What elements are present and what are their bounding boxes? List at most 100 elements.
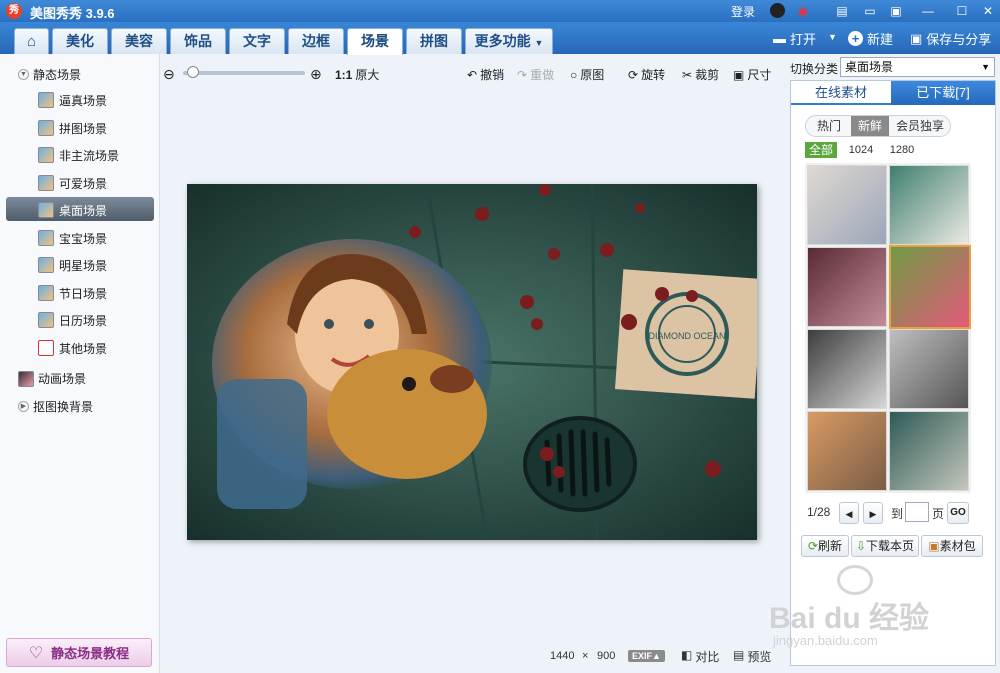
watermark-url: jingyan.baidu.com — [773, 633, 878, 648]
material-pack-label: 素材包 — [939, 539, 976, 553]
tab-online-materials[interactable]: 在线素材 — [791, 81, 891, 105]
item-label: 宝宝场景 — [59, 231, 108, 246]
save-share-label: 保存与分享 — [926, 32, 992, 47]
login-link[interactable]: 登录 — [731, 3, 755, 20]
resize-icon: ▣ — [733, 67, 745, 82]
material-thumb[interactable] — [889, 165, 969, 245]
tab-more-features[interactable]: 更多功能 ▼ — [465, 28, 553, 54]
tab-beautify[interactable]: 美化 — [52, 28, 108, 54]
rotate-button[interactable]: ⟳ 旋转 — [628, 66, 665, 83]
sidebar-item-celebrity[interactable]: 明星场景 — [38, 254, 107, 276]
group-cutout-background[interactable]: ▶ 抠图换背景 — [18, 398, 93, 415]
item-label: 节日场景 — [59, 286, 108, 301]
original-image-button[interactable]: ○ 原图 — [570, 66, 604, 83]
material-thumb[interactable] — [807, 165, 887, 245]
minimize-icon[interactable]: — — [920, 3, 936, 19]
material-thumb[interactable] — [889, 329, 969, 409]
zoom-out-icon[interactable]: ⊖ — [163, 66, 175, 83]
group-animated-scenes[interactable]: 动画场景 — [18, 370, 86, 387]
download-page-button[interactable]: ⇩下载本页 — [851, 535, 919, 557]
tab-collage[interactable]: 拼图 — [406, 28, 462, 54]
sidebar-item-nonmainstream[interactable]: 非主流场景 — [38, 144, 119, 166]
group-static-scenes[interactable]: ▼ 静态场景 — [18, 66, 81, 83]
download-icon: ⇩ — [855, 539, 867, 553]
sidebar-item-desktop[interactable]: 桌面场景 — [38, 199, 107, 221]
static-scene-tutorial-button[interactable]: ♡ 静态场景教程 — [6, 638, 152, 667]
open-button[interactable]: ▬ 打开 — [773, 29, 816, 48]
tab-home[interactable]: ⌂ — [14, 28, 49, 54]
tab-beauty[interactable]: 美容 — [111, 28, 167, 54]
page-label: 页 — [932, 507, 945, 521]
chevron-right-icon: ▶ — [869, 509, 877, 519]
refresh-button[interactable]: ⟳刷新 — [801, 535, 849, 557]
res-1024[interactable]: 1024 — [847, 142, 875, 158]
watermark-brand: Bai du 经验 — [769, 602, 930, 635]
downloaded-count: [7] — [955, 85, 970, 100]
weibo-icon[interactable]: ◉ — [795, 3, 811, 19]
preview-button[interactable]: ▤ 预览 — [733, 648, 771, 665]
next-page-button[interactable]: ▶ — [863, 502, 883, 524]
child-eye — [324, 319, 334, 329]
crop-button[interactable]: ✂ 裁剪 — [682, 66, 719, 83]
feedback-icon[interactable]: ▣ — [888, 3, 904, 19]
material-thumb[interactable] — [807, 247, 887, 327]
drain-cover — [523, 416, 637, 512]
sidebar-item-collage[interactable]: 拼图场景 — [38, 117, 107, 139]
rotate-label: 旋转 — [641, 68, 666, 82]
sidebar-item-holiday[interactable]: 节日场景 — [38, 282, 107, 304]
filter-new[interactable]: 新鲜 — [851, 116, 889, 136]
qq-icon[interactable] — [770, 3, 785, 18]
close-icon[interactable]: ✕ — [980, 3, 996, 19]
sidebar-item-other[interactable]: 其他场景 — [38, 337, 107, 359]
compare-label: 对比 — [695, 650, 720, 664]
category-select[interactable]: 桌面场景 ▼ — [840, 57, 995, 77]
message-icon[interactable]: ▭ — [862, 3, 878, 19]
image-width: 1440 — [550, 650, 575, 662]
scene-image: DIAMOND OCEAN — [187, 184, 757, 540]
zoom-slider[interactable] — [183, 71, 305, 75]
material-thumb[interactable] — [807, 329, 887, 409]
material-pack-button[interactable]: ▣素材包 — [921, 535, 983, 557]
redo-button[interactable]: ↷ 重做 — [517, 66, 554, 83]
res-all[interactable]: 全部 — [805, 142, 837, 158]
prev-page-button[interactable]: ◀ — [839, 502, 859, 524]
filter-vip[interactable]: 会员独享 — [891, 116, 949, 136]
tab-text[interactable]: 文字 — [229, 28, 285, 54]
sidebar-item-calendar[interactable]: 日历场景 — [38, 309, 107, 331]
scene-canvas[interactable]: DIAMOND OCEAN — [187, 184, 757, 540]
material-thumb[interactable] — [807, 411, 887, 491]
stamp-text: DIAMOND OCEAN — [648, 331, 725, 341]
home-icon: ⌂ — [26, 33, 37, 50]
compare-button[interactable]: ◧ 对比 — [681, 648, 719, 665]
material-thumb-selected[interactable] — [889, 245, 971, 329]
item-label: 其他场景 — [59, 341, 108, 356]
redo-label: 重做 — [530, 68, 555, 82]
item-label: 拼图场景 — [59, 121, 108, 136]
original-size-button[interactable]: 1:1 原大 — [335, 66, 379, 83]
zoom-in-icon[interactable]: ⊕ — [310, 66, 322, 83]
tab-accessories[interactable]: 饰品 — [170, 28, 226, 54]
tab-downloaded[interactable]: 已下载[7] — [891, 81, 995, 105]
save-share-button[interactable]: ▣ 保存与分享 — [910, 29, 991, 48]
size-button[interactable]: ▣ 尺寸 — [733, 66, 771, 83]
maximize-icon[interactable]: ☐ — [954, 3, 970, 19]
sidebar-item-cute[interactable]: 可爱场景 — [38, 172, 107, 194]
tab-frame[interactable]: 边框 — [288, 28, 344, 54]
group-static-label: 静态场景 — [33, 68, 82, 82]
open-dropdown-icon[interactable]: ▼ — [828, 29, 837, 43]
title-bar: 秀 美图秀秀 3.9.6 登录 ◉ ▤ ▭ ▣ — ☐ ✕ — [0, 0, 1000, 22]
sidebar-item-baby[interactable]: 宝宝场景 — [38, 227, 107, 249]
exif-button[interactable]: EXIF▲ — [628, 650, 665, 662]
size-label: 尺寸 — [747, 68, 772, 82]
filter-hot[interactable]: 热门 — [807, 116, 851, 136]
zoom-slider-thumb[interactable] — [187, 66, 200, 78]
tab-scene[interactable]: 场景 — [347, 28, 403, 55]
undo-button[interactable]: ↶ 撤销 — [467, 66, 504, 83]
go-button[interactable]: GO — [947, 502, 969, 524]
res-1280[interactable]: 1280 — [887, 142, 917, 158]
material-thumb[interactable] — [889, 411, 969, 491]
menu-icon[interactable]: ▤ — [834, 3, 850, 19]
new-button[interactable]: + 新建 — [848, 29, 893, 48]
page-number-input[interactable] — [905, 502, 929, 522]
sidebar-item-realistic[interactable]: 逼真场景 — [38, 89, 107, 111]
